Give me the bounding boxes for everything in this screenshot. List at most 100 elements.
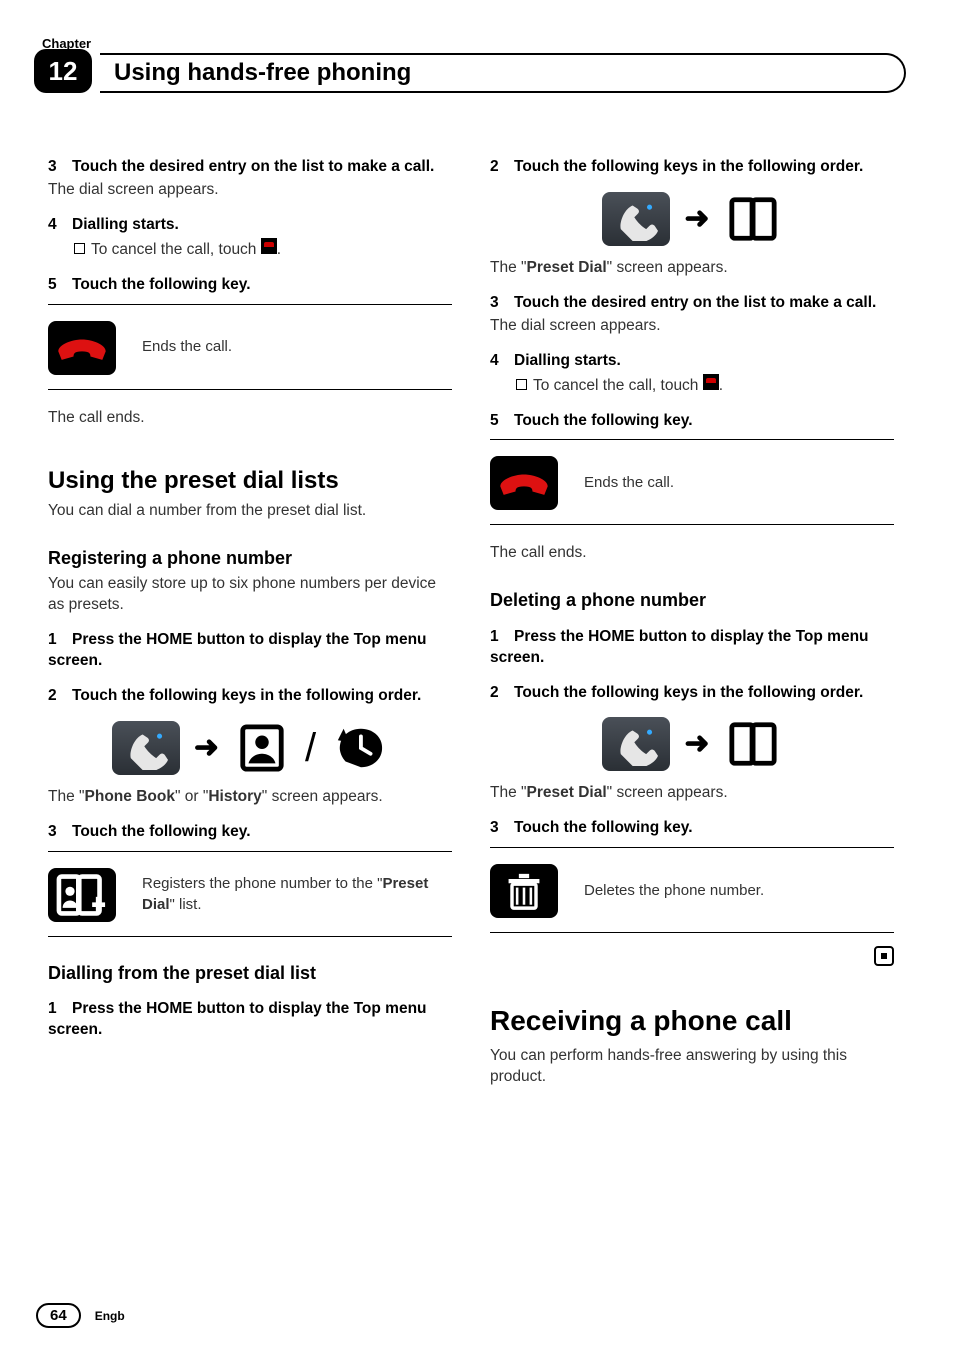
heading-dialling: Dialling from the preset dial list <box>48 961 452 985</box>
contacts-icon <box>233 721 291 775</box>
divider <box>490 847 894 848</box>
phone-menu-icon <box>602 717 670 771</box>
step-number: 1 <box>48 630 72 651</box>
divider <box>48 851 452 852</box>
text: " or " <box>175 788 208 805</box>
language-code: Engb <box>95 1309 125 1323</box>
step-number: 4 <box>48 215 72 236</box>
slash-icon: / <box>305 728 316 768</box>
history-icon <box>330 721 388 775</box>
step-text: Press the HOME button to display the Top… <box>48 1000 427 1038</box>
page-title: Using hands-free phoning <box>114 59 411 87</box>
note-icon <box>74 243 85 254</box>
divider <box>48 936 452 937</box>
key-row-end-call: Ends the call. <box>490 450 894 516</box>
step-5: 5Touch the following key. <box>48 275 452 296</box>
body-text: The dial screen appears. <box>48 180 452 201</box>
body-text: The dial screen appears. <box>490 316 894 337</box>
text-bold: Preset Dial <box>527 259 607 276</box>
arrow-icon: ➜ <box>684 724 709 765</box>
header-title-wrap: Using hands-free phoning <box>100 53 906 93</box>
page-header: 12 Using hands-free phoning <box>48 53 906 97</box>
step-5: 5Touch the following key. <box>490 411 894 432</box>
step-number: 5 <box>48 275 72 296</box>
chapter-number-badge: 12 <box>34 49 92 93</box>
left-column: 3Touch the desired entry on the list to … <box>48 143 452 1088</box>
note-cancel: To cancel the call, touch . <box>516 374 894 397</box>
step-1: 1Press the HOME button to display the To… <box>48 999 452 1041</box>
text: Registers the phone number to the " <box>142 875 382 892</box>
step-4: 4Dialling starts. <box>48 215 452 236</box>
key-desc: Deletes the phone number. <box>584 881 894 901</box>
phonebook-history-text: The "Phone Book" or "History" screen app… <box>48 787 452 808</box>
preset-dial-text: The "Preset Dial" screen appears. <box>490 783 894 804</box>
right-column: 2Touch the following keys in the followi… <box>490 143 894 1088</box>
step-text: Touch the following keys in the followin… <box>514 158 863 175</box>
key-row-end-call: Ends the call. <box>48 315 452 381</box>
text: The " <box>48 788 85 805</box>
heading-delete: Deleting a phone number <box>490 588 894 612</box>
step-number: 3 <box>48 157 72 178</box>
step-text: Touch the desired entry on the list to m… <box>514 294 876 311</box>
note-text: To cancel the call, touch <box>91 241 261 258</box>
page-number: 64 <box>36 1303 81 1328</box>
text: " screen appears. <box>262 788 383 805</box>
step-text: Touch the following keys in the followin… <box>72 687 421 704</box>
step-text: Press the HOME button to display the Top… <box>490 628 869 666</box>
hangup-icon <box>703 374 719 390</box>
icon-sequence: ➜ <box>490 717 894 771</box>
divider <box>48 304 452 305</box>
body-text: The call ends. <box>48 408 452 429</box>
step-text: Touch the following key. <box>72 823 251 840</box>
divider <box>48 389 452 390</box>
step-number: 2 <box>48 686 72 707</box>
step-number: 3 <box>490 818 514 839</box>
step-number: 1 <box>48 999 72 1020</box>
divider <box>490 524 894 525</box>
step-number: 2 <box>490 157 514 178</box>
divider <box>490 932 894 933</box>
step-number: 2 <box>490 683 514 704</box>
step-number: 1 <box>490 627 514 648</box>
section-end-mark <box>490 945 894 966</box>
trash-key-icon <box>490 864 558 918</box>
step-text: Touch the following key. <box>514 412 693 429</box>
step-1: 1Press the HOME button to display the To… <box>490 627 894 669</box>
body-text: You can perform hands-free answering by … <box>490 1046 894 1088</box>
key-row-delete: Deletes the phone number. <box>490 858 894 924</box>
step-text: Touch the following key. <box>72 276 251 293</box>
phone-menu-icon <box>112 721 180 775</box>
step-text: Touch the desired entry on the list to m… <box>72 158 434 175</box>
divider <box>490 439 894 440</box>
text: The " <box>490 784 527 801</box>
icon-sequence: ➜ / <box>48 721 452 775</box>
text: " screen appears. <box>607 259 728 276</box>
step-2: 2Touch the following keys in the followi… <box>490 683 894 704</box>
text-bold: Phone Book <box>85 788 175 805</box>
key-desc: Ends the call. <box>142 337 452 357</box>
key-desc: Ends the call. <box>584 473 894 493</box>
arrow-icon: ➜ <box>684 199 709 240</box>
note-text: . <box>277 241 281 258</box>
phone-menu-icon <box>602 192 670 246</box>
preset-dial-icon <box>724 192 782 246</box>
note-text: . <box>719 377 723 394</box>
register-key-icon <box>48 868 116 922</box>
body-text: You can easily store up to six phone num… <box>48 574 452 616</box>
step-number: 5 <box>490 411 514 432</box>
body-text: The call ends. <box>490 543 894 564</box>
text: " screen appears. <box>607 784 728 801</box>
hangup-icon <box>261 238 277 254</box>
page-footer: 64 Engb <box>36 1303 125 1328</box>
step-3: 3Touch the following key. <box>48 822 452 843</box>
step-number: 3 <box>48 822 72 843</box>
preset-dial-icon <box>724 717 782 771</box>
step-4: 4Dialling starts. <box>490 351 894 372</box>
preset-dial-text: The "Preset Dial" screen appears. <box>490 258 894 279</box>
text-bold: History <box>208 788 261 805</box>
step-text: Dialling starts. <box>72 216 179 233</box>
step-text: Dialling starts. <box>514 352 621 369</box>
text-bold: Preset Dial <box>527 784 607 801</box>
hangup-key-icon <box>48 321 116 375</box>
chapter-label: Chapter <box>42 36 906 51</box>
